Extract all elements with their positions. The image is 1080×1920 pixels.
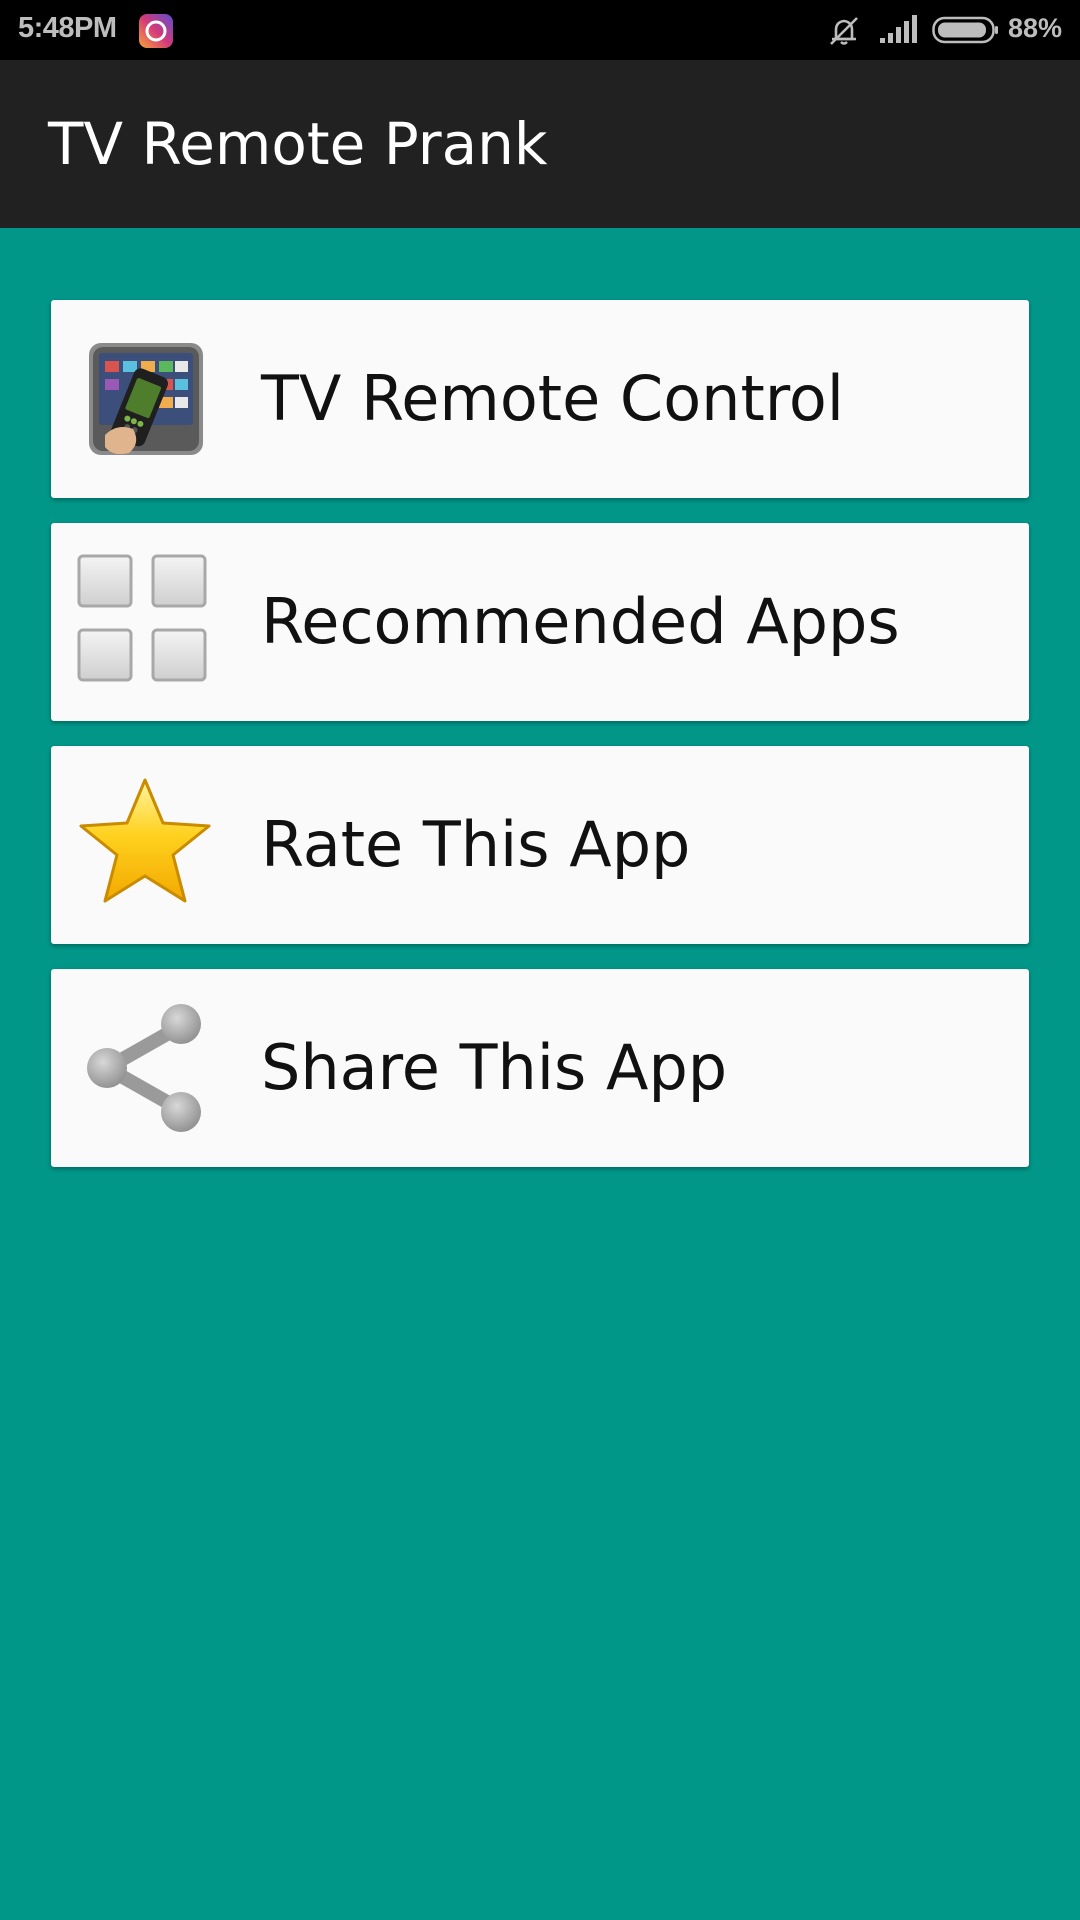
status-time: 5:48PM	[18, 12, 117, 44]
menu-item-label: TV Remote Control	[261, 362, 845, 435]
tv-remote-icon	[89, 343, 203, 455]
status-bar: 5:48PM 88%	[0, 0, 1080, 60]
menu-item-label: Share This App	[261, 1031, 728, 1104]
menu-item-label: Recommended Apps	[261, 585, 900, 658]
vibrate-mute-icon	[830, 17, 858, 45]
menu-item-recommended-apps[interactable]: Recommended Apps	[51, 523, 1029, 721]
instagram-icon	[139, 14, 173, 48]
apps-grid-icon	[77, 554, 207, 682]
menu-item-share-this-app[interactable]: Share This App	[51, 969, 1029, 1167]
signal-icon	[880, 15, 917, 43]
share-icon	[87, 1004, 201, 1132]
battery-icon	[932, 16, 998, 44]
menu-item-label: Rate This App	[261, 808, 691, 881]
app-bar: TV Remote Prank	[0, 60, 1080, 228]
battery-percent: 88%	[1008, 13, 1063, 43]
menu-item-rate-this-app[interactable]: Rate This App	[51, 746, 1029, 944]
menu-item-tv-remote-control[interactable]: TV Remote Control	[51, 300, 1029, 498]
star-icon	[79, 778, 211, 903]
page-title: TV Remote Prank	[48, 110, 548, 178]
